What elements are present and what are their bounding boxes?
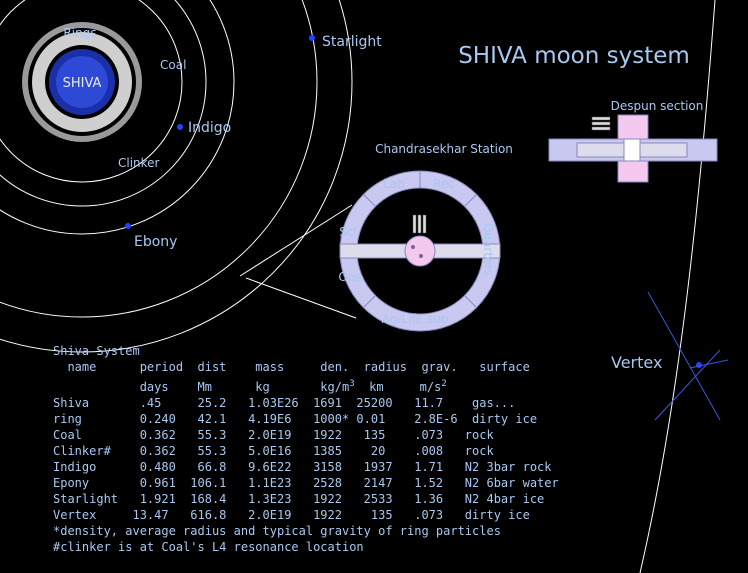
despun-core [623, 138, 641, 162]
section-rec: Rec [433, 177, 455, 191]
section-sci: Sci [339, 225, 357, 239]
table-note: *density, average radius and typical gra… [53, 524, 501, 538]
shiva-system-diagram: SHIVA Rings Coal Starlight Indigo Clinke… [0, 0, 729, 573]
table-note: #clinker is at Coal's L4 resonance locat… [53, 540, 364, 554]
moon-label-vertex: Vertex [611, 353, 662, 372]
rings-label: Rings [63, 26, 96, 40]
section-ag-life-sup: Ag/Life sup [382, 312, 449, 326]
table-row: Clinker# 0.362 55.3 5.0E16 1385 20 .008 … [53, 444, 494, 458]
moon-dot-indigo [177, 124, 183, 130]
section-ops: Ops [338, 270, 361, 284]
despun-ship-c [591, 126, 611, 131]
planet-name: SHIVA [63, 76, 102, 91]
moon-label-ebony: Ebony [134, 234, 177, 250]
hub-port-b [419, 254, 423, 258]
moon-dot-vertex [696, 362, 702, 368]
shiva-planet: SHIVA Rings [22, 22, 142, 142]
ship-a [412, 214, 417, 234]
despun-ship-b [591, 121, 611, 126]
table-row: Shiva .45 25.2 1.03E26 1691 25200 11.7 g… [53, 396, 515, 410]
callout-lines [239, 204, 357, 319]
moon-label-clinker: Clinker [118, 156, 160, 170]
chandrasekhar-station: Chandrasekhar Station Lab Rec Sci Quarte… [338, 142, 513, 332]
section-quarters: Quarters [481, 223, 495, 276]
header2b-text: km m/s [355, 380, 442, 394]
callout-line-bottom [245, 277, 357, 319]
despun-label: Despun section [611, 99, 704, 113]
callout-line-top [239, 204, 353, 277]
despun-section: Despun section [548, 99, 718, 183]
header2b-exp: 2 [441, 379, 446, 389]
ship-c [422, 214, 427, 234]
orbit-vertex [639, 0, 716, 573]
table-row: Coal 0.362 55.3 2.0E19 1922 135 .073 roc… [53, 428, 494, 442]
station-name: Chandrasekhar Station [375, 142, 513, 156]
table-header-row-2: days Mm kg kg/m3 km m/s2 [53, 379, 447, 394]
moon-label-coal: Coal [160, 58, 186, 72]
station-hub [404, 235, 436, 267]
moon-label-indigo: Indigo [188, 120, 231, 136]
section-lab: Lab [383, 177, 405, 191]
diagram-title: SHIVA moon system [458, 43, 690, 69]
table-title: Shiva System [53, 344, 140, 358]
table-row: ring 0.240 42.1 4.19E6 1000* 0.01 2.8E-6… [53, 412, 537, 426]
docking-ships [412, 214, 427, 234]
moon-dot-ebony [125, 223, 131, 229]
system-table: Shiva System name period dist mass den. … [53, 344, 559, 554]
moon-dot-starlight [309, 35, 315, 41]
ship-b [417, 214, 422, 234]
hub-port-a [411, 245, 415, 249]
header2-text: days Mm kg kg/m [53, 380, 349, 394]
moon-label-starlight: Starlight [322, 34, 382, 50]
table-row: Indigo 0.480 66.8 9.6E22 3158 1937 1.71 … [53, 460, 552, 474]
table-row: Epony 0.961 106.1 1.1E23 2528 2147 1.52 … [53, 476, 559, 490]
table-row: Vertex 13.47 616.8 2.0E19 1922 135 .073 … [53, 508, 530, 522]
table-header-row-1: name period dist mass den. radius grav. … [53, 360, 530, 374]
vertex-line-b [654, 349, 721, 421]
despun-ship-a [591, 116, 611, 121]
despun-ships [591, 116, 611, 131]
table-row: Starlight 1.921 168.4 1.3E23 1922 2533 1… [53, 492, 544, 506]
